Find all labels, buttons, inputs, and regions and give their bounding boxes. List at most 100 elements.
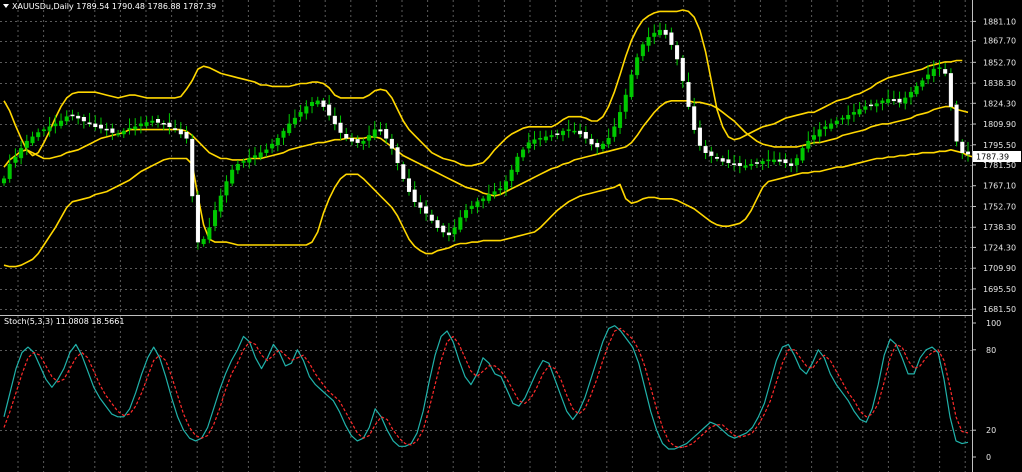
candle-bear [110,128,115,133]
price-axis-label: 1695.50 [983,285,1016,294]
candle-bull [851,112,856,115]
candle-bear [441,225,446,233]
candle-bull [538,138,543,140]
candle-bear [70,114,75,117]
candle-bull [492,191,497,195]
candle-bear [190,138,195,197]
candle-bear [384,129,389,139]
candle-bear [81,116,86,122]
candle-bull [310,102,315,106]
candle-bull [829,123,834,129]
candle-bear [726,159,731,164]
stoch-axis-label: 80 [986,346,996,355]
candle-bull [926,74,931,80]
candle-bear [401,164,406,179]
candle-bull [931,68,936,76]
candle-bear [960,141,965,153]
candle-bear [321,100,326,107]
candle-bear [344,134,349,139]
current-price-tag: 1787.39 [973,151,1021,162]
candle-bear [349,138,354,142]
candle-bull [258,152,263,158]
candle-bull [458,217,463,230]
candle-bull [817,129,822,137]
candle-bull [36,132,41,138]
candle-bull [241,161,246,163]
candle-bear [435,220,440,228]
candle-bull [481,198,486,202]
candle-bear [954,104,959,142]
candle-bear [697,127,702,146]
candle-bear [327,104,332,116]
candle-bear [338,122,343,133]
candle-bear [355,139,360,143]
candle-bear [789,163,794,166]
candle-bull [367,135,372,141]
candle-bull [863,106,868,110]
candle-bull [24,140,29,148]
candle-bear [93,123,98,128]
candle-bull [270,143,275,149]
candle-bull [53,123,58,127]
candle-bear [669,32,674,45]
candle-bull [503,181,508,190]
candle-bull [914,86,919,95]
candle-bear [732,163,737,165]
candle-bull [361,140,366,144]
price-axis-label: 1724.30 [983,243,1016,252]
candle-bear [173,128,178,130]
candle-bull [486,194,491,201]
candle-bear [703,146,708,153]
candle-bull [469,205,474,209]
candle-bull [880,100,885,104]
candle-bull [526,142,531,149]
price-tag-text: 1787.39 [976,153,1009,162]
candle-bull [41,129,46,132]
candle-bull [549,135,554,138]
candle-bull [13,156,18,163]
candle-bull [560,130,566,136]
candle-bull [657,29,662,36]
candle-bear [965,151,971,155]
trading-chart[interactable]: 1881.10 1867.70 1852.70 1838.30 1824.30 1809.… [0,0,1022,472]
candle-bear [389,138,394,149]
candle-bear [76,115,81,119]
stoch-label: Stoch(5,3,3) 11.0808 18.5661 [4,317,124,326]
candle-bear [167,122,172,128]
candle-bull [121,130,126,135]
candle-bull [275,138,280,146]
candle-bull [840,117,845,120]
candle-bull [127,127,132,130]
candle-bull [532,139,537,144]
candle-bear [424,206,429,214]
candle-bear [595,142,600,148]
candle-bull [475,201,480,208]
candle-bear [709,151,714,156]
stoch-axis-label: 0 [986,453,991,462]
candle-bull [652,32,657,37]
candle-bull [794,158,799,166]
candle-bull [566,129,571,131]
candle-bear [680,57,685,81]
candle-bull [521,149,526,158]
candle-bull [292,117,297,125]
price-axis-label: 1838.30 [983,79,1016,88]
candle-bull [635,57,640,76]
candle-bear [555,133,560,135]
candle-bull [464,210,469,218]
candle-bear [412,189,417,202]
candle-bull [646,37,651,46]
candle-bull [144,122,149,126]
candle-bear [783,159,788,164]
candle-bull [116,133,121,136]
candle-bull [903,97,908,104]
candle-bull [749,163,754,166]
candle-bull [874,103,879,107]
candle-bear [155,119,161,123]
candle-bear [777,159,782,162]
candle-bull [47,126,52,131]
price-axis-label: 1809.90 [983,120,1016,129]
candle-bull [760,161,765,164]
symbol-header[interactable]: XAUUSDu,Daily 1789.54 1790.48 1786.88 17… [3,2,216,11]
candle-bull [811,135,817,140]
